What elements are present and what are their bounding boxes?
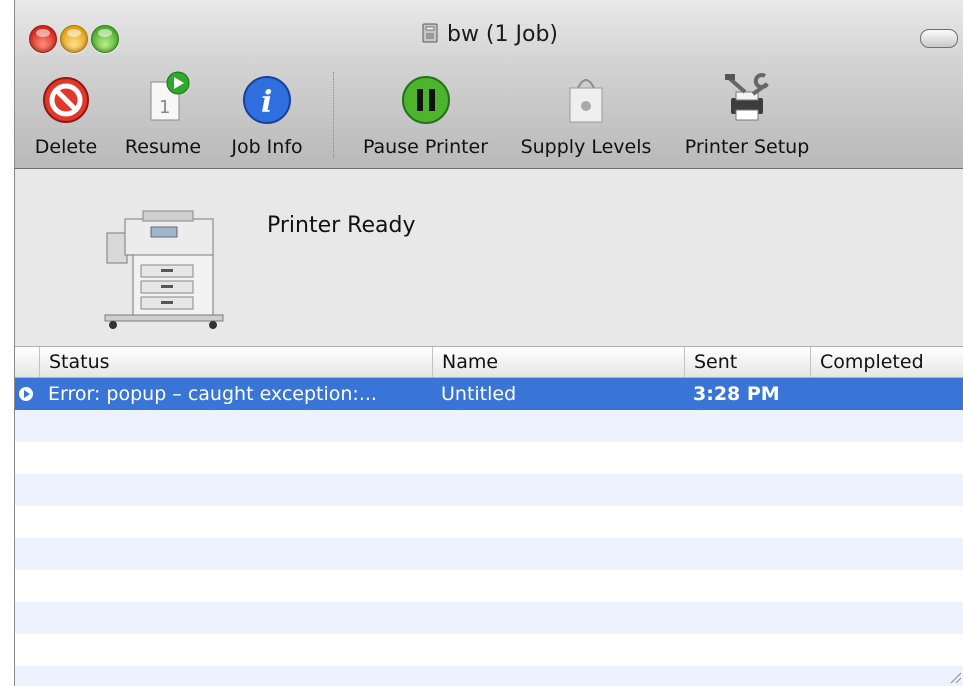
empty-row xyxy=(15,442,963,474)
job-info-button[interactable]: i Job Info xyxy=(221,70,313,158)
pause-printer-button[interactable]: Pause Printer xyxy=(353,70,498,158)
empty-row xyxy=(15,506,963,538)
resume-icon: 1 xyxy=(150,71,190,121)
resume-button[interactable]: 1 Resume xyxy=(117,70,209,158)
column-sent[interactable]: Sent xyxy=(684,347,810,377)
empty-row xyxy=(15,666,963,686)
delete-button[interactable]: Delete xyxy=(27,70,105,158)
svg-text:i: i xyxy=(261,85,272,120)
empty-row xyxy=(15,410,963,442)
printer-setup-button[interactable]: Printer Setup xyxy=(677,70,817,158)
printer-status-text: Printer Ready xyxy=(267,213,416,238)
column-name[interactable]: Name xyxy=(432,347,684,377)
empty-row xyxy=(15,602,963,634)
print-queue-window: bw (1 Job) Delete 1 Resume i Job Info Pa… xyxy=(14,0,963,686)
printer-tools-icon xyxy=(725,73,769,121)
column-completed[interactable]: Completed xyxy=(810,347,963,377)
svg-text:1: 1 xyxy=(159,97,170,118)
shopping-bag-icon xyxy=(569,79,603,123)
empty-row xyxy=(15,634,963,666)
job-list-header: Status Name Sent Completed xyxy=(15,347,963,378)
job-list: Status Name Sent Completed Error: popup … xyxy=(15,347,963,686)
empty-row xyxy=(15,474,963,506)
toolbar-separator xyxy=(333,72,334,158)
info-icon: i xyxy=(243,76,291,124)
job-status-cell: Error: popup – caught exception:... xyxy=(48,383,377,405)
column-status[interactable]: Status xyxy=(39,347,432,377)
job-completed-cell xyxy=(819,378,959,410)
empty-row xyxy=(15,538,963,570)
window-title-text: bw (1 Job) xyxy=(446,22,559,47)
job-info-label: Job Info xyxy=(231,136,303,158)
toolbar-area: bw (1 Job) Delete 1 Resume i Job Info Pa… xyxy=(15,0,963,169)
printer-proxy-icon xyxy=(422,23,438,43)
delete-icon xyxy=(43,77,89,123)
pause-icon xyxy=(401,76,450,124)
printer-status-panel: Printer Ready xyxy=(15,169,963,347)
resize-grip-icon[interactable] xyxy=(946,668,962,684)
supply-levels-button[interactable]: Supply Levels xyxy=(511,70,661,158)
window-title: bw (1 Job) xyxy=(15,22,963,47)
toolbar-toggle-button[interactable] xyxy=(920,29,958,48)
resume-label: Resume xyxy=(124,136,202,158)
job-name-cell: Untitled xyxy=(441,383,517,405)
job-row[interactable]: Error: popup – caught exception:... Unti… xyxy=(15,378,963,410)
printer-icon xyxy=(104,210,224,329)
job-sent-cell: 3:28 PM xyxy=(693,383,780,405)
delete-label: Delete xyxy=(34,136,98,158)
job-rows: Error: popup – caught exception:... Unti… xyxy=(15,378,963,686)
job-status-arrow-icon[interactable] xyxy=(19,387,33,401)
printer-setup-label: Printer Setup xyxy=(684,136,810,158)
supply-levels-label: Supply Levels xyxy=(520,136,652,158)
pause-printer-label: Pause Printer xyxy=(362,136,489,158)
empty-row xyxy=(15,570,963,602)
